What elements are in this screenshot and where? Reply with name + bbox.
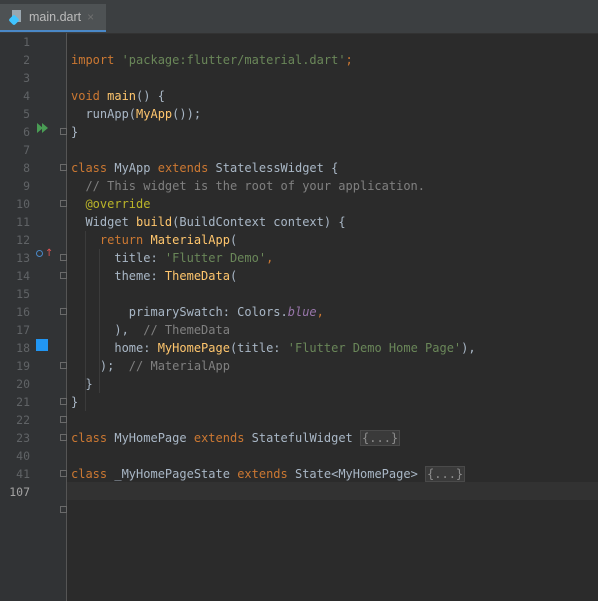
fold-marker[interactable] (60, 470, 67, 477)
code-line-21: } (71, 395, 79, 409)
fold-marker[interactable] (60, 398, 67, 405)
current-line-highlight (67, 482, 598, 500)
line-number: 16 (16, 305, 30, 319)
line-number: 9 (23, 179, 30, 193)
code-line-23: class MyHomePage extends StatefulWidget … (71, 430, 401, 446)
tab-main-dart[interactable]: main.dart × (0, 4, 106, 32)
code-editor[interactable]: import 'package:flutter/material.dart'; … (67, 33, 598, 601)
line-number: 40 (16, 449, 30, 463)
close-icon[interactable]: × (87, 10, 94, 24)
code-line-16: primarySwatch: Colors.blue, (71, 305, 324, 319)
line-number: 23 (16, 431, 30, 445)
editor-tab-bar: main.dart × (0, 0, 598, 34)
line-number: 5 (23, 107, 30, 121)
override-icon[interactable]: ↑ (36, 249, 53, 259)
code-line-19: ); // MaterialApp (71, 359, 230, 373)
fold-marker[interactable] (60, 416, 67, 423)
line-number: 10 (16, 197, 30, 211)
code-line-20: } (71, 377, 93, 391)
folded-region[interactable]: {...} (425, 466, 466, 482)
line-number: 3 (23, 71, 30, 85)
code-line-18: home: MyHomePage(title: 'Flutter Demo Ho… (71, 341, 476, 355)
line-number: 7 (23, 143, 30, 157)
line-number: 4 (23, 89, 30, 103)
code-line-10: @override (85, 197, 151, 211)
code-line-9: // This widget is the root of your appli… (71, 179, 426, 193)
code-line-12: return MaterialApp( (99, 233, 238, 247)
line-number: 17 (16, 323, 30, 337)
line-number-gutter[interactable]: 1 2 3 4 5 6 7 8 9 10 11 12 13 14 15 16 1… (0, 33, 67, 601)
dart-file-icon (8, 10, 24, 26)
color-swatch-icon[interactable] (36, 339, 48, 351)
line-number-current: 107 (9, 485, 30, 499)
code-line-17: ), // ThemeData (71, 323, 230, 337)
fold-marker[interactable] (60, 434, 67, 441)
fold-marker[interactable] (60, 200, 67, 207)
run-icon[interactable] (37, 123, 49, 133)
line-number: 1 (23, 35, 30, 49)
code-line-14: theme: ThemeData( (71, 269, 238, 283)
fold-marker[interactable] (60, 272, 67, 279)
line-number: 18 (16, 341, 30, 355)
line-number: 21 (16, 395, 30, 409)
fold-marker[interactable] (60, 164, 67, 171)
code-line-2: import 'package:flutter/material.dart'; (71, 53, 353, 67)
line-number: 11 (16, 215, 30, 229)
line-number: 6 (23, 125, 30, 139)
code-line-6: } (71, 125, 79, 139)
line-number: 20 (16, 377, 30, 391)
fold-marker[interactable] (60, 308, 67, 315)
line-number: 41 (16, 467, 30, 481)
line-number: 19 (16, 359, 30, 373)
folded-region[interactable]: {...} (360, 430, 401, 446)
fold-marker[interactable] (60, 362, 67, 369)
code-line-5: runApp(MyApp()); (71, 107, 202, 121)
tab-label: main.dart (29, 10, 82, 24)
code-line-13: title: 'Flutter Demo', (71, 251, 274, 265)
fold-marker[interactable] (60, 128, 67, 135)
line-number: 13 (16, 251, 30, 265)
line-number: 15 (16, 287, 30, 301)
code-line-4: void main() { (71, 89, 165, 103)
line-number: 22 (16, 413, 30, 427)
line-number: 12 (16, 233, 30, 247)
code-line-8: class MyApp extends StatelessWidget { (71, 161, 339, 175)
line-number: 14 (16, 269, 30, 283)
code-line-41: class _MyHomePageState extends State<MyH… (71, 466, 466, 482)
code-line-11: Widget build(BuildContext context) { (71, 215, 346, 229)
fold-marker[interactable] (60, 254, 67, 261)
line-number: 8 (23, 161, 30, 175)
line-number: 2 (23, 53, 30, 67)
fold-marker[interactable] (60, 506, 67, 513)
